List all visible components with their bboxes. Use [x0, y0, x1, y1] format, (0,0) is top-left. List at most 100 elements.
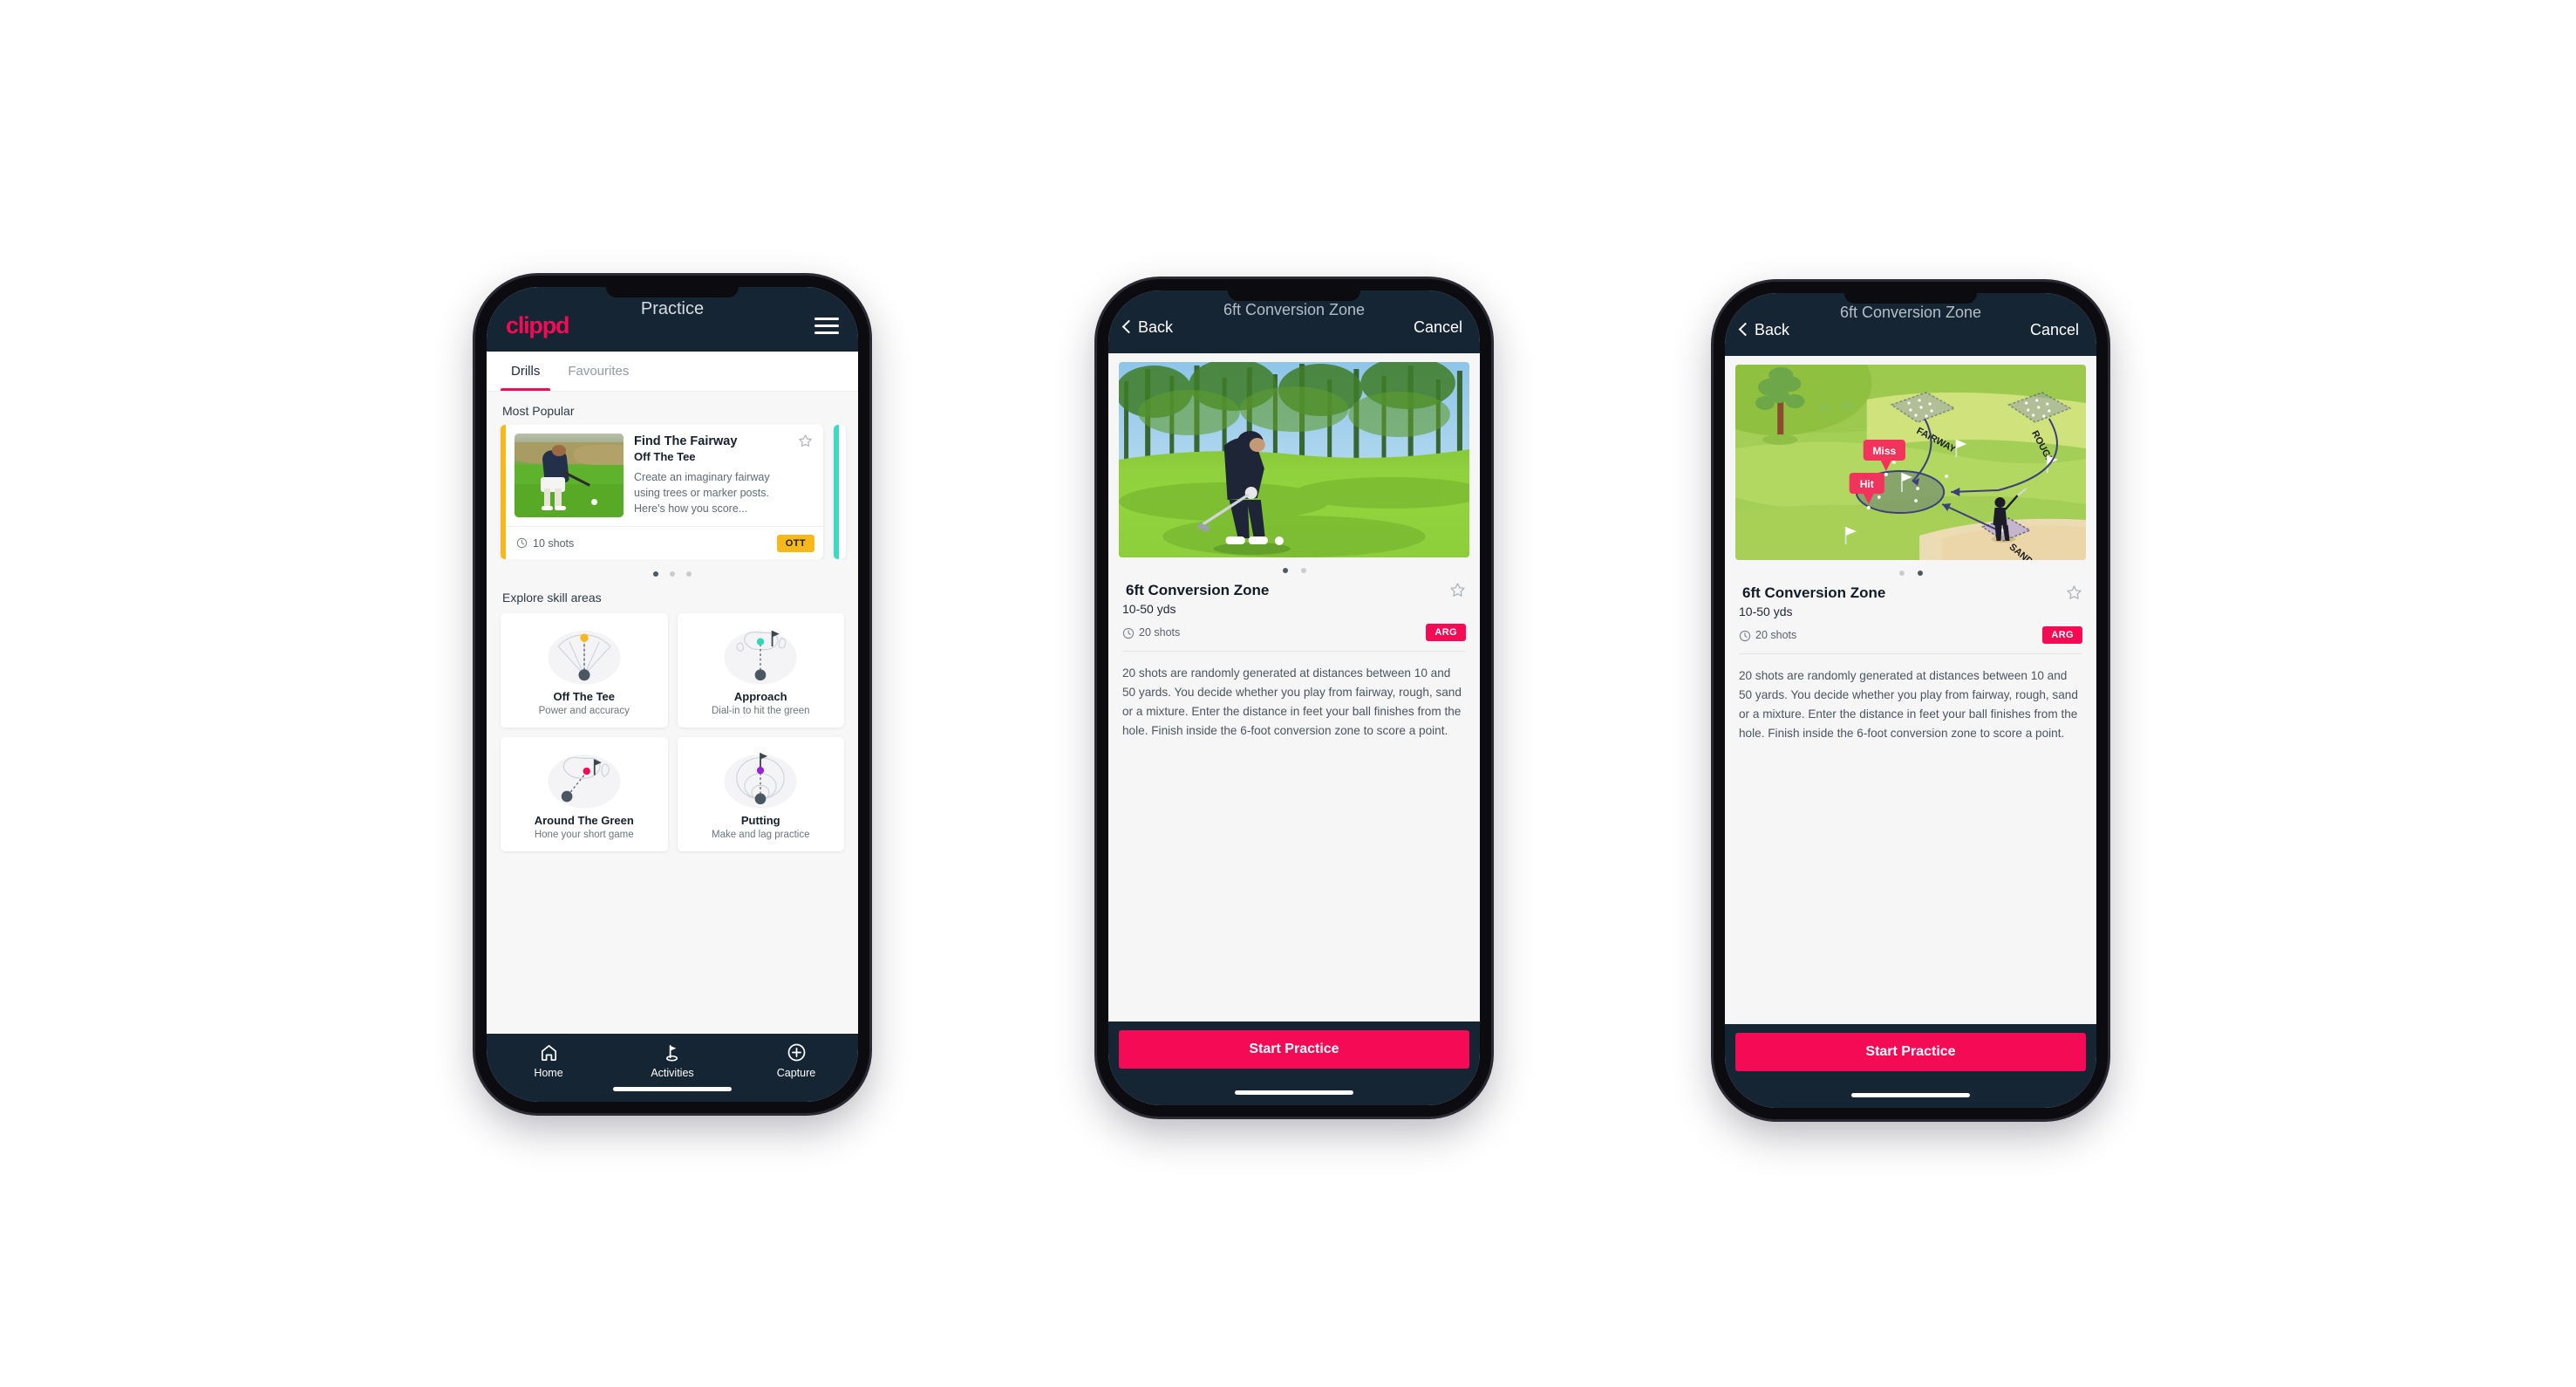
- practice-content: Most Popular Find The Fairway Off The Te…: [487, 392, 858, 1034]
- skill-card-putting[interactable]: Putting Make and lag practice: [677, 737, 844, 851]
- skill-card-around-the-green[interactable]: Around The Green Hone your short game: [501, 737, 668, 851]
- drill-shots-label: 20 shots: [1139, 626, 1181, 639]
- star-outline-icon[interactable]: [2066, 584, 2082, 601]
- chip-around-green-icon: [508, 748, 661, 812]
- section-title-most-popular: Most Popular: [502, 404, 575, 418]
- tab-favourites[interactable]: Favourites: [554, 352, 643, 391]
- nav-label: Home: [534, 1067, 563, 1079]
- carousel-dot[interactable]: [1282, 568, 1288, 573]
- carousel-dot[interactable]: [670, 571, 675, 577]
- bottom-navigation: Home Activities Capture: [487, 1034, 858, 1102]
- home-indicator: [1851, 1093, 1970, 1097]
- status-badge: ARG: [2042, 626, 2082, 644]
- phone-notch: [1844, 293, 1977, 304]
- tab-bar: Drills Favourites: [487, 352, 858, 392]
- back-button[interactable]: Back: [1121, 318, 1174, 337]
- cancel-button[interactable]: Cancel: [2030, 321, 2079, 339]
- star-outline-icon[interactable]: [798, 434, 813, 448]
- golf-flag-icon: [663, 1042, 683, 1062]
- carousel-dot[interactable]: [653, 571, 658, 577]
- screenshot-stage: clippd Practice Drills Favourites Most P…: [0, 0, 2576, 1387]
- chevron-left-icon: [1738, 322, 1753, 337]
- home-indicator: [613, 1087, 732, 1091]
- drill-shot-count: 10 shots: [516, 537, 574, 550]
- drill-meta-row: 20 shots ARG: [1119, 616, 1469, 641]
- detail-content: FAIRWAY ROUGH SAND Miss Hit 6ft Conversi…: [1725, 356, 2096, 1024]
- drill-heading-row: 6ft Conversion Zone: [1119, 582, 1469, 599]
- home-indicator: [1235, 1090, 1353, 1095]
- drill-detail-title: 6ft Conversion Zone: [1126, 582, 1270, 598]
- drill-distance: 10-50 yds: [1122, 602, 1176, 616]
- drill-category: Off The Tee: [634, 450, 696, 464]
- nav-item-home[interactable]: Home: [487, 1042, 610, 1079]
- popular-drills-carousel[interactable]: Find The Fairway Off The Tee Create an i…: [487, 425, 858, 559]
- phone-practice-list: clippd Practice Drills Favourites Most P…: [475, 276, 869, 1113]
- carousel-dots: [487, 559, 858, 578]
- drill-description: 20 shots are randomly generated at dista…: [1122, 666, 1462, 738]
- nav-label: Activities: [651, 1067, 694, 1079]
- drill-thumbnail: [515, 434, 624, 517]
- start-practice-button[interactable]: Start Practice: [1735, 1033, 2086, 1071]
- green-approach-icon: [685, 624, 838, 688]
- drill-description: 20 shots are randomly generated at dista…: [1739, 669, 2078, 741]
- chevron-left-icon: [1121, 319, 1136, 334]
- screen-drill-detail-photo: Back 6ft Conversion Zone Cancel 6ft Conv…: [1108, 290, 1480, 1105]
- start-practice-button[interactable]: Start Practice: [1119, 1030, 1469, 1069]
- media-carousel-dots: [1119, 557, 1469, 582]
- cancel-button[interactable]: Cancel: [1414, 318, 1462, 337]
- drill-media-photo[interactable]: [1119, 362, 1469, 557]
- drill-card[interactable]: Find The Fairway Off The Tee Create an i…: [501, 425, 823, 559]
- screen-practice: clippd Practice Drills Favourites Most P…: [487, 287, 858, 1102]
- skill-areas-grid: Off The Tee Power and accuracy Approach …: [487, 612, 858, 851]
- carousel-dot[interactable]: [1898, 571, 1905, 576]
- section-title-skill-areas: Explore skill areas: [502, 591, 602, 605]
- tab-drills[interactable]: Drills: [497, 352, 554, 391]
- nav-item-activities[interactable]: Activities: [610, 1042, 734, 1079]
- drill-meta-row: 20 shots ARG: [1735, 618, 2086, 644]
- drill-media-diagram[interactable]: FAIRWAY ROUGH SAND Miss Hit: [1735, 365, 2086, 560]
- skill-card-off-the-tee[interactable]: Off The Tee Power and accuracy: [501, 613, 668, 728]
- golfer-chipping-photo: [1119, 362, 1469, 557]
- plus-circle-icon: [787, 1042, 807, 1062]
- drill-shot-count: 20 shots: [1122, 626, 1180, 639]
- clock-icon: [1122, 627, 1135, 639]
- cta-container: Start Practice: [1108, 1021, 1480, 1105]
- clock-icon: [1739, 630, 1751, 641]
- skill-name: Putting: [740, 814, 780, 827]
- phone-notch: [1228, 290, 1360, 301]
- back-button[interactable]: Back: [1738, 320, 1790, 339]
- phone-drill-detail-diagram: Back 6ft Conversion Zone Cancel FAIRWAY …: [1714, 282, 2108, 1119]
- skill-description: Dial-in to hit the green: [711, 706, 810, 716]
- drill-card-next-peek[interactable]: [834, 425, 846, 559]
- drill-heading-row: 6ft Conversion Zone: [1735, 584, 2086, 602]
- skill-name: Around The Green: [534, 814, 634, 827]
- carousel-dot[interactable]: [1917, 571, 1923, 576]
- hamburger-menu-icon[interactable]: [814, 317, 839, 334]
- nav-item-capture[interactable]: Capture: [734, 1042, 858, 1079]
- skill-name: Approach: [733, 690, 787, 703]
- skill-description: Power and accuracy: [538, 706, 630, 716]
- detail-title: 6ft Conversion Zone: [1223, 301, 1366, 318]
- nav-label: Capture: [776, 1067, 816, 1079]
- drill-distance: 10-50 yds: [1739, 605, 1793, 618]
- carousel-dot[interactable]: [1300, 568, 1306, 573]
- svg-text:Hit: Hit: [1860, 478, 1874, 490]
- clock-icon: [516, 537, 528, 549]
- back-label: Back: [1755, 320, 1790, 338]
- skill-description: Hone your short game: [534, 830, 634, 840]
- cta-container: Start Practice: [1725, 1024, 2096, 1108]
- detail-content: 6ft Conversion Zone 10-50 yds 20 shots A…: [1108, 353, 1480, 1021]
- phone-notch: [606, 287, 739, 297]
- skill-name: Off The Tee: [553, 690, 616, 703]
- home-icon: [539, 1042, 559, 1062]
- skill-card-approach[interactable]: Approach Dial-in to hit the green: [677, 613, 844, 728]
- carousel-dot[interactable]: [686, 571, 692, 577]
- detail-title: 6ft Conversion Zone: [1839, 304, 1982, 321]
- back-label: Back: [1138, 318, 1174, 336]
- drill-shot-count: 20 shots: [1739, 629, 1796, 641]
- tee-dispersion-icon: [508, 624, 661, 688]
- star-outline-icon[interactable]: [1449, 582, 1466, 598]
- clippd-logo: clippd: [506, 311, 570, 338]
- svg-text:Miss: Miss: [1872, 445, 1896, 457]
- screen-drill-detail-diagram: Back 6ft Conversion Zone Cancel FAIRWAY …: [1725, 293, 2096, 1108]
